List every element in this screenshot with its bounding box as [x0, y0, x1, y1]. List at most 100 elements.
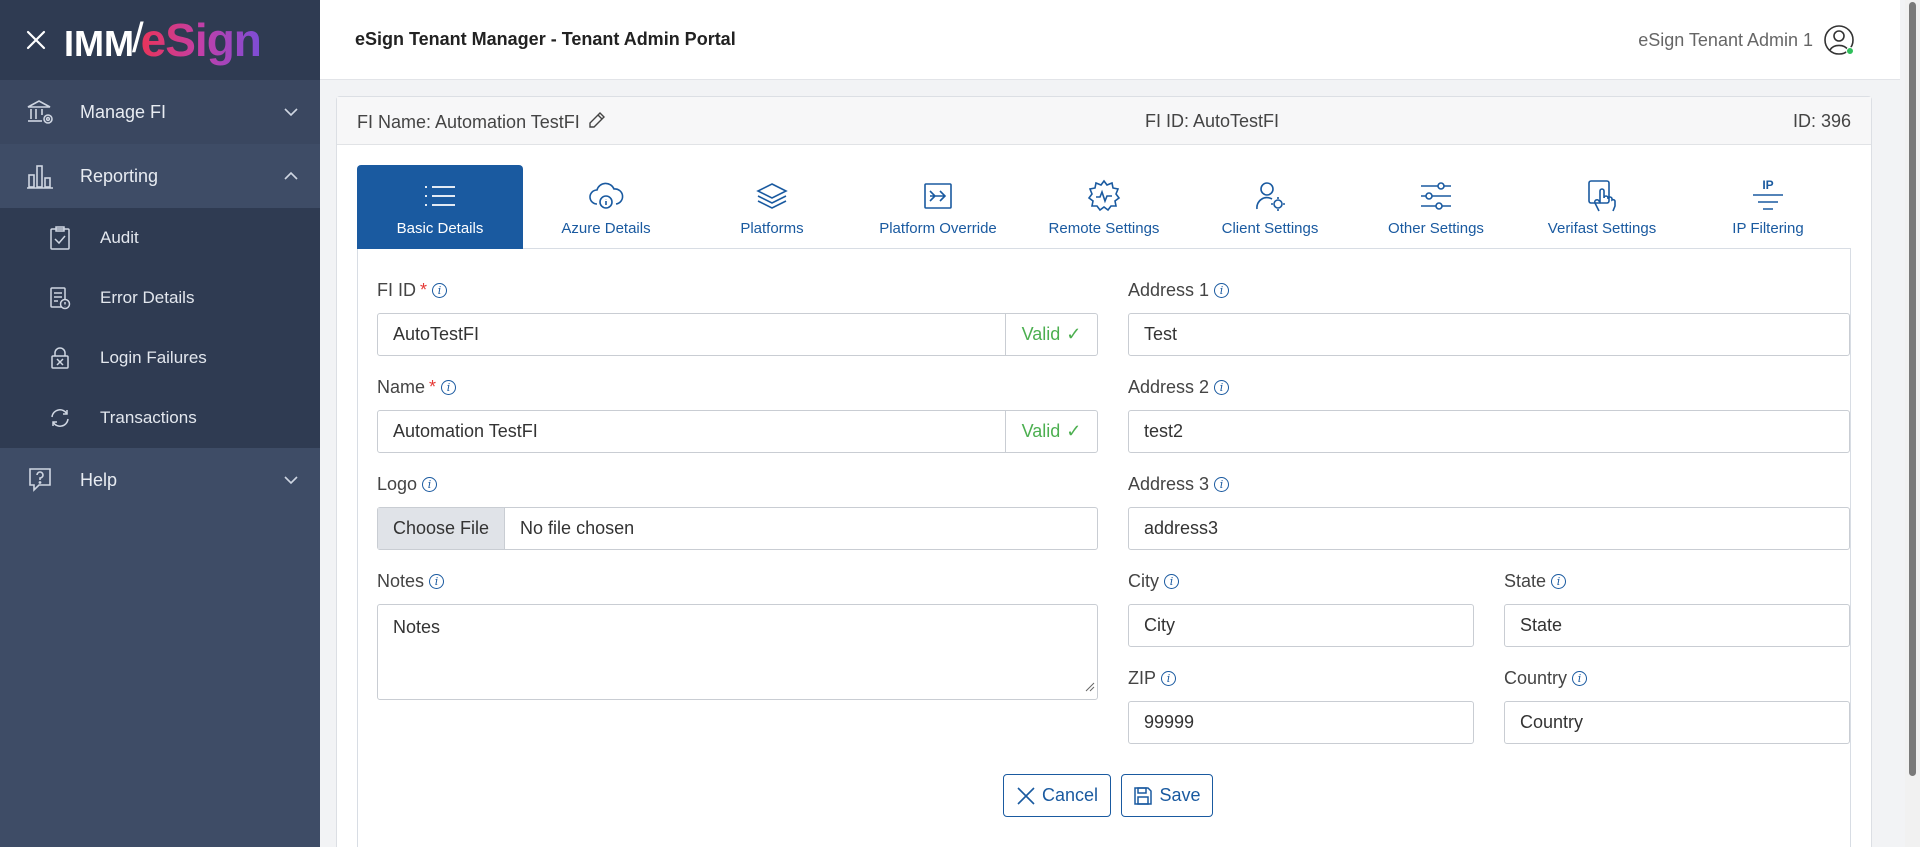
fi-id-input[interactable]: AutoTestFI — [378, 314, 1005, 355]
save-button[interactable]: Save — [1121, 774, 1213, 817]
info-icon[interactable]: i — [441, 380, 457, 395]
avatar-icon[interactable] — [1823, 24, 1855, 56]
sidebar-item-label: Login Failures — [100, 348, 207, 367]
tab-platforms[interactable]: Platforms — [689, 165, 855, 249]
reporting-submenu: Audit Error Details Login Failures Trans… — [0, 208, 320, 448]
tab-other-settings[interactable]: Other Settings — [1353, 165, 1519, 249]
bar-chart-icon — [24, 160, 56, 192]
hand-touch-icon — [1586, 176, 1618, 216]
online-status-dot — [1846, 47, 1854, 55]
state-input[interactable]: State — [1504, 604, 1850, 647]
sidebar-item-label: Transactions — [100, 408, 197, 427]
info-icon[interactable]: i — [1572, 671, 1588, 686]
choose-file-button[interactable]: Choose File — [378, 508, 506, 549]
tab-basic-details[interactable]: Basic Details — [357, 165, 523, 249]
cancel-button[interactable]: Cancel — [1003, 774, 1111, 817]
sidebar-item-transactions[interactable]: Transactions — [0, 388, 320, 448]
label-text: Logo — [377, 474, 418, 494]
sidebar-item-audit[interactable]: Audit — [0, 208, 320, 268]
resize-handle-icon[interactable] — [1085, 676, 1095, 697]
tab-ip-filtering[interactable]: IP IP Filtering — [1685, 165, 1851, 249]
address3-label: Address 3 i — [1128, 474, 1230, 495]
name-field[interactable]: Automation TestFI Valid ✓ — [377, 410, 1098, 453]
fi-id-field[interactable]: AutoTestFI Valid ✓ — [377, 313, 1098, 356]
tab-label: Platforms — [740, 220, 804, 237]
sidebar-item-manage-fi[interactable]: Manage FI — [0, 80, 320, 144]
logo-file-input[interactable]: Choose File No file chosen — [377, 507, 1098, 550]
tab-label: Azure Details — [561, 220, 651, 237]
top-header: eSign Tenant Manager - Tenant Admin Port… — [320, 0, 1900, 80]
cancel-label: Cancel — [1041, 785, 1099, 805]
tab-verifast-settings[interactable]: Verifast Settings — [1519, 165, 1685, 249]
logo-slash: / — [131, 14, 144, 61]
info-icon[interactable]: i — [429, 574, 445, 589]
required-marker: * — [429, 377, 437, 397]
close-icon — [1016, 786, 1036, 806]
help-icon — [24, 464, 56, 496]
close-icon[interactable] — [22, 26, 50, 54]
user-name: eSign Tenant Admin 1 — [1638, 29, 1813, 50]
address2-input[interactable]: test2 — [1128, 410, 1850, 453]
notes-text: Notes — [393, 617, 441, 637]
pencil-icon[interactable] — [588, 111, 606, 134]
file-status-text: No file chosen — [520, 518, 635, 538]
tab-platform-override[interactable]: Platform Override — [855, 165, 1021, 249]
zip-input[interactable]: 99999 — [1128, 701, 1474, 744]
ip-filter-icon: IP — [1751, 176, 1785, 216]
logo-esign: eSign — [140, 14, 262, 66]
document-error-icon — [48, 286, 72, 310]
sidebar-item-label: Manage FI — [80, 101, 167, 122]
label-text: Address 3 — [1128, 474, 1210, 494]
address1-input[interactable]: Test — [1128, 313, 1850, 356]
tab-remote-settings[interactable]: Remote Settings — [1021, 165, 1187, 249]
label-text: Address 2 — [1128, 377, 1210, 397]
info-icon[interactable]: i — [432, 283, 448, 298]
card-header: FI Name: Automation TestFI FI ID: AutoTe… — [337, 97, 1871, 145]
name-input[interactable]: Automation TestFI — [378, 411, 1005, 452]
user-menu[interactable]: eSign Tenant Admin 1 — [1638, 24, 1855, 56]
tab-azure-details[interactable]: Azure Details — [523, 165, 689, 249]
city-input[interactable]: City — [1128, 604, 1474, 647]
chevron-down-icon — [284, 472, 298, 490]
ip-badge-text: IP — [1762, 178, 1773, 192]
info-icon[interactable]: i — [1551, 574, 1567, 589]
sidebar-item-label: Audit — [100, 228, 139, 247]
tab-label: Other Settings — [1388, 220, 1484, 237]
scrollbar-thumb[interactable] — [1909, 2, 1916, 776]
info-icon[interactable]: i — [1161, 671, 1177, 686]
sidebar-item-label: Error Details — [100, 288, 195, 307]
layers-icon — [755, 176, 789, 216]
address2-label: Address 2 i — [1128, 377, 1230, 398]
bank-gear-icon — [24, 96, 56, 128]
sidebar-item-help[interactable]: Help — [0, 448, 320, 512]
sidebar-item-error-details[interactable]: Error Details — [0, 268, 320, 328]
valid-indicator: Valid ✓ — [1005, 314, 1097, 355]
info-icon[interactable]: i — [1214, 477, 1230, 492]
tab-label: Verifast Settings — [1547, 220, 1657, 237]
tab-label: IP Filtering — [1732, 220, 1804, 237]
page-title: eSign Tenant Manager - Tenant Admin Port… — [355, 29, 736, 49]
notes-textarea[interactable]: Notes — [377, 604, 1098, 700]
cloud-info-icon — [588, 176, 624, 216]
label-text: City — [1128, 571, 1159, 591]
label-text: ZIP — [1128, 668, 1157, 688]
logo: IMM / eSign — [64, 13, 262, 67]
valid-indicator: Valid ✓ — [1005, 411, 1097, 452]
sidebar-item-login-failures[interactable]: Login Failures — [0, 328, 320, 388]
info-icon[interactable]: i — [1214, 283, 1230, 298]
info-icon[interactable]: i — [422, 477, 438, 492]
label-text: Country — [1504, 668, 1568, 688]
sidebar-header: IMM / eSign — [0, 0, 320, 80]
sidebar-item-reporting[interactable]: Reporting — [0, 144, 320, 208]
info-icon[interactable]: i — [1164, 574, 1179, 589]
label-text: Name — [377, 377, 426, 397]
state-label: State i — [1504, 571, 1567, 592]
address3-input[interactable]: address3 — [1128, 507, 1850, 550]
tab-label: Platform Override — [879, 220, 997, 237]
country-input[interactable]: Country — [1504, 701, 1850, 744]
info-icon[interactable]: i — [1214, 380, 1230, 395]
logo-label: Logo i — [377, 474, 438, 495]
tab-client-settings[interactable]: Client Settings — [1187, 165, 1353, 249]
page-scrollbar[interactable] — [1905, 0, 1920, 847]
clipboard-check-icon — [48, 226, 72, 250]
